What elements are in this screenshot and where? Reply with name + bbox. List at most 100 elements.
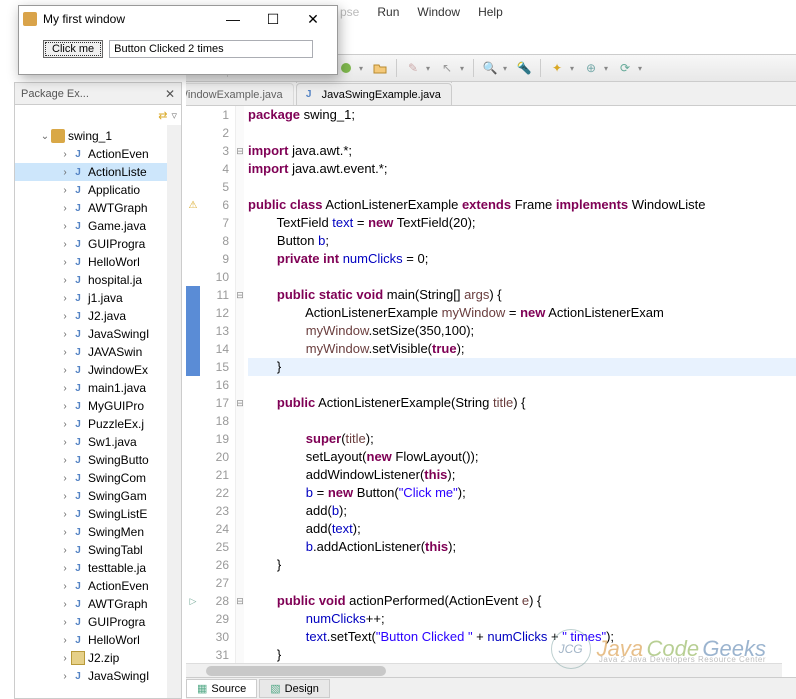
tree-file-item[interactable]: ›JAVASwin bbox=[15, 343, 181, 361]
code-line[interactable]: public ActionListenerExample(String titl… bbox=[248, 394, 796, 412]
result-textfield[interactable] bbox=[109, 40, 313, 58]
flashlight-icon[interactable]: 🔦 bbox=[513, 57, 535, 79]
dropdown-icon[interactable]: ▾ bbox=[503, 57, 511, 79]
tree-file-item[interactable]: ›GUIProgra bbox=[15, 235, 181, 253]
tree-file-item[interactable]: ›JavaSwingI bbox=[15, 325, 181, 343]
expand-icon[interactable]: › bbox=[59, 239, 71, 250]
expand-icon[interactable]: › bbox=[59, 329, 71, 340]
tree-package-node[interactable]: ⌄ swing_1 bbox=[15, 127, 181, 145]
expand-icon[interactable]: › bbox=[59, 635, 71, 646]
editor-tab[interactable]: JavaSwingExample.java bbox=[296, 83, 452, 105]
menu-window[interactable]: Window bbox=[417, 5, 460, 19]
expand-icon[interactable]: › bbox=[59, 293, 71, 304]
tree-file-item[interactable]: ›SwingGam bbox=[15, 487, 181, 505]
dropdown-icon[interactable]: ▾ bbox=[570, 57, 578, 79]
tree-file-item[interactable]: ›ActionListe bbox=[15, 163, 181, 181]
link-icon[interactable]: ⇄ bbox=[158, 109, 167, 122]
code-editor[interactable]: ▷ 12345678910111213141516171819202122232… bbox=[186, 106, 796, 675]
code-line[interactable]: addWindowListener(this); bbox=[248, 466, 796, 484]
code-line[interactable]: text.setText("Button Clicked " + numClic… bbox=[248, 628, 796, 646]
code-line[interactable]: b = new Button("Click me"); bbox=[248, 484, 796, 502]
scroll-thumb[interactable] bbox=[206, 666, 386, 676]
expand-icon[interactable]: › bbox=[59, 581, 71, 592]
tree-file-item[interactable]: ›Applicatio bbox=[15, 181, 181, 199]
search-icon[interactable]: 🔍 bbox=[479, 57, 501, 79]
code-line[interactable]: public static void main(String[] args) { bbox=[248, 286, 796, 304]
source-tab[interactable]: ▦ Source bbox=[186, 679, 257, 698]
tree-file-item[interactable]: ›Game.java bbox=[15, 217, 181, 235]
click-me-button[interactable]: Click me bbox=[43, 40, 103, 58]
tree-file-item[interactable]: ›J2.zip bbox=[15, 649, 181, 667]
dropdown-icon[interactable]: ▾ bbox=[359, 57, 367, 79]
code-line[interactable]: myWindow.setSize(350,100); bbox=[248, 322, 796, 340]
close-button[interactable]: ✕ bbox=[293, 8, 333, 30]
expand-icon[interactable]: › bbox=[59, 509, 71, 520]
code-line[interactable] bbox=[248, 574, 796, 592]
scope-icon[interactable]: ⊕ bbox=[580, 57, 602, 79]
code-line[interactable]: private int numClicks = 0; bbox=[248, 250, 796, 268]
sync-icon[interactable]: ⟳ bbox=[614, 57, 636, 79]
dropdown-icon[interactable]: ▾ bbox=[460, 57, 468, 79]
editor-tab[interactable]: JWindowExample.java bbox=[186, 83, 294, 105]
cursor-icon[interactable]: ↖ bbox=[436, 57, 458, 79]
tree-file-item[interactable]: ›Sw1.java bbox=[15, 433, 181, 451]
dropdown-icon[interactable]: ▾ bbox=[604, 57, 612, 79]
expand-icon[interactable]: › bbox=[59, 167, 71, 178]
dropdown-icon[interactable]: ▾ bbox=[638, 57, 646, 79]
expand-icon[interactable]: › bbox=[59, 383, 71, 394]
expand-icon[interactable]: › bbox=[59, 419, 71, 430]
tree-file-item[interactable]: ›main1.java bbox=[15, 379, 181, 397]
tree-file-item[interactable]: ›ActionEven bbox=[15, 145, 181, 163]
minimize-button[interactable]: — bbox=[213, 8, 253, 30]
swing-titlebar[interactable]: My first window — ☐ ✕ bbox=[19, 6, 337, 32]
expand-icon[interactable]: › bbox=[59, 365, 71, 376]
tree-file-item[interactable]: ›HelloWorl bbox=[15, 631, 181, 649]
tree-file-item[interactable]: ›SwingMen bbox=[15, 523, 181, 541]
expand-icon[interactable]: › bbox=[59, 473, 71, 484]
code-area[interactable]: package swing_1;import java.awt.*;import… bbox=[244, 106, 796, 675]
code-line[interactable]: add(b); bbox=[248, 502, 796, 520]
maximize-button[interactable]: ☐ bbox=[253, 8, 293, 30]
tree-file-item[interactable]: ›SwingButto bbox=[15, 451, 181, 469]
code-line[interactable]: TextField text = new TextField(20); bbox=[248, 214, 796, 232]
code-line[interactable]: add(text); bbox=[248, 520, 796, 538]
expand-icon[interactable]: › bbox=[59, 437, 71, 448]
tree-file-item[interactable]: ›JwindowEx bbox=[15, 361, 181, 379]
tree-file-item[interactable]: ›hospital.ja bbox=[15, 271, 181, 289]
expand-icon[interactable]: › bbox=[59, 221, 71, 232]
code-line[interactable]: public void actionPerformed(ActionEvent … bbox=[248, 592, 796, 610]
tree-file-item[interactable]: ›ActionEven bbox=[15, 577, 181, 595]
code-line[interactable] bbox=[248, 268, 796, 286]
code-line[interactable]: ActionListenerExample myWindow = new Act… bbox=[248, 304, 796, 322]
expand-icon[interactable]: › bbox=[59, 455, 71, 466]
code-line[interactable]: numClicks++; bbox=[248, 610, 796, 628]
menu-run[interactable]: Run bbox=[377, 5, 399, 19]
code-line[interactable]: } bbox=[248, 646, 796, 664]
expand-icon[interactable]: › bbox=[59, 653, 71, 664]
code-line[interactable]: import java.awt.*; bbox=[248, 142, 796, 160]
expand-icon[interactable]: › bbox=[59, 185, 71, 196]
wand-icon[interactable]: ✎ bbox=[402, 57, 424, 79]
design-tab[interactable]: ▧ Design bbox=[259, 679, 330, 698]
package-explorer-tab[interactable]: Package Ex... ✕ bbox=[15, 83, 181, 105]
debug-step-icon[interactable]: ✦ bbox=[546, 57, 568, 79]
close-icon[interactable]: ✕ bbox=[165, 87, 175, 101]
code-line[interactable]: public class ActionListenerExample exten… bbox=[248, 196, 796, 214]
expand-icon[interactable]: › bbox=[59, 203, 71, 214]
scrollbar-horizontal[interactable] bbox=[186, 663, 782, 677]
code-line[interactable]: b.addActionListener(this); bbox=[248, 538, 796, 556]
code-line[interactable]: Button b; bbox=[248, 232, 796, 250]
expand-icon[interactable]: ⌄ bbox=[39, 131, 51, 142]
code-line[interactable]: } bbox=[248, 358, 796, 376]
code-line[interactable] bbox=[248, 376, 796, 394]
tree-file-item[interactable]: ›JavaSwingI bbox=[15, 667, 181, 685]
code-line[interactable] bbox=[248, 124, 796, 142]
tree-file-item[interactable]: ›PuzzleEx.j bbox=[15, 415, 181, 433]
code-line[interactable] bbox=[248, 412, 796, 430]
tree-file-item[interactable]: ›SwingTabl bbox=[15, 541, 181, 559]
expand-icon[interactable]: › bbox=[59, 527, 71, 538]
code-line[interactable]: } bbox=[248, 556, 796, 574]
expand-icon[interactable]: › bbox=[59, 401, 71, 412]
expand-icon[interactable]: › bbox=[59, 149, 71, 160]
folder-open-icon[interactable] bbox=[369, 57, 391, 79]
